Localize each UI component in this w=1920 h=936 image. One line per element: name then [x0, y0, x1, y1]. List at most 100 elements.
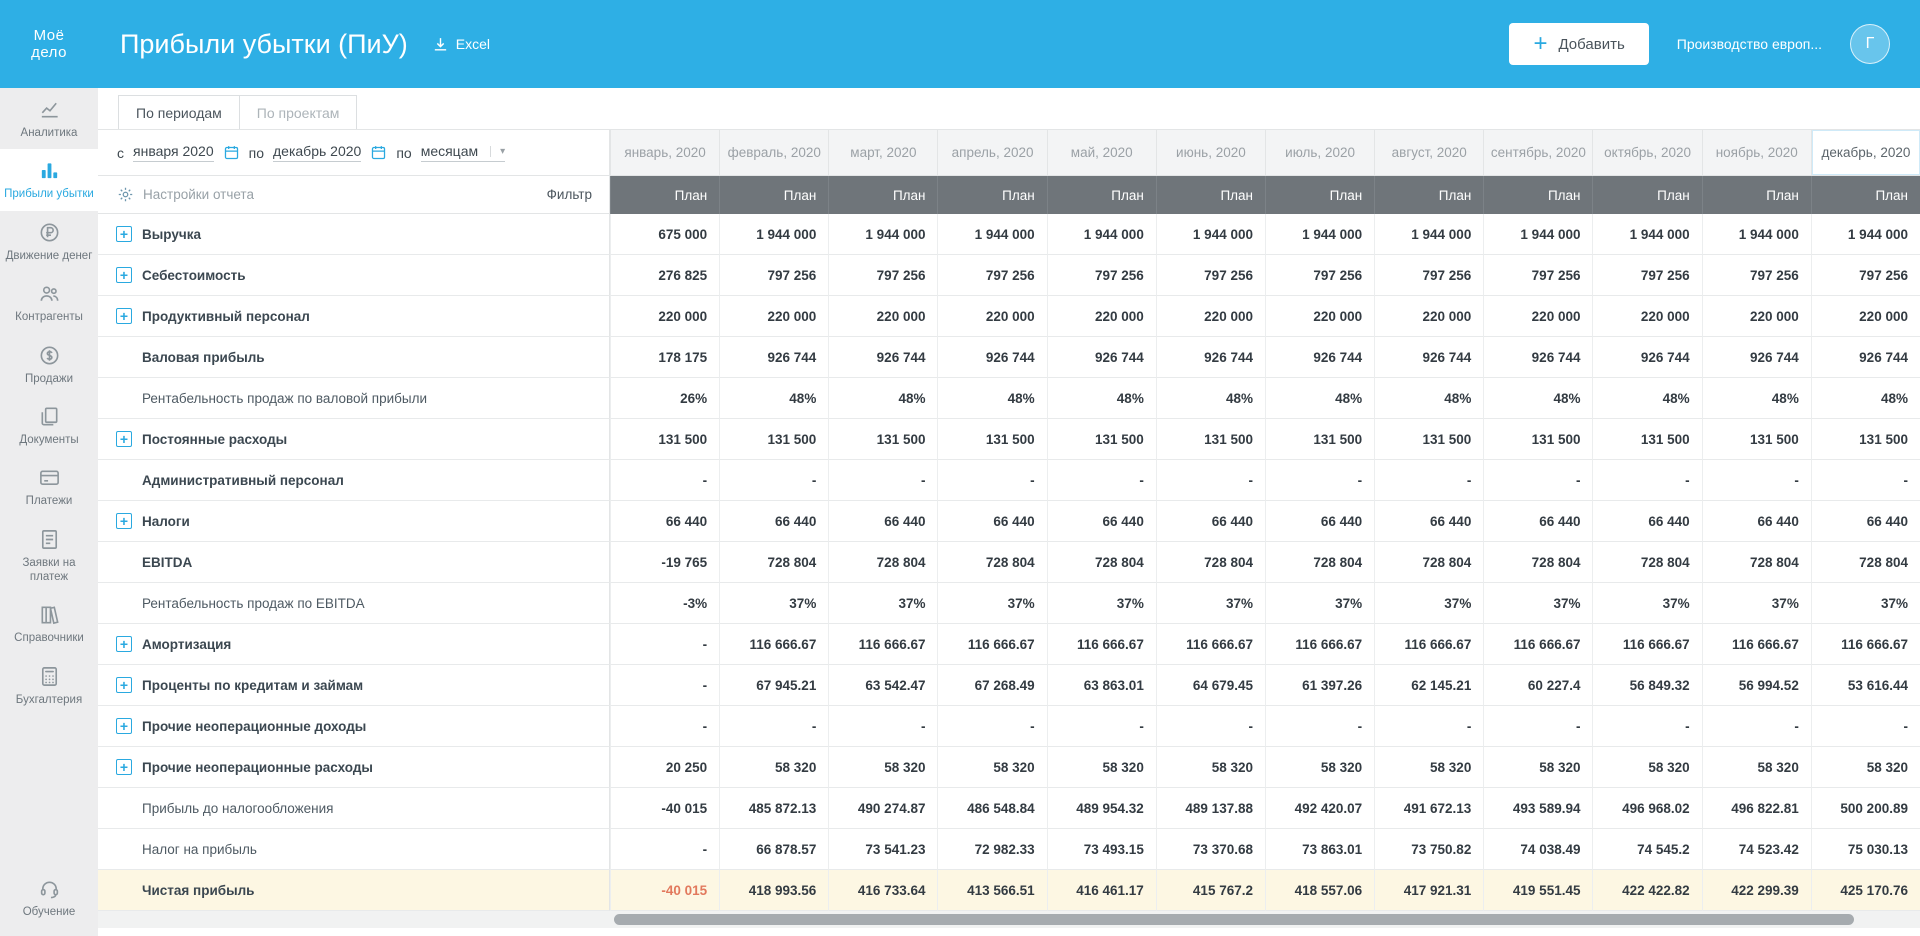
table-row: +Прочие неоперационные расходы20 25058 3… [98, 747, 1920, 788]
report-settings-bar: Настройки отчета Фильтр [98, 176, 610, 214]
value-cell: 37% [1592, 583, 1701, 624]
sidebar-item-payments[interactable]: Платежи [0, 456, 98, 517]
value-cell: 37% [1374, 583, 1483, 624]
gear-icon[interactable] [117, 186, 134, 203]
tab-by-periods[interactable]: По периодам [118, 95, 240, 129]
value-cell: 728 804 [1047, 542, 1156, 583]
sidebar-item-contractors[interactable]: Контрагенты [0, 272, 98, 333]
value-cell: 37% [1047, 583, 1156, 624]
month-header-9[interactable]: октябрь, 2020 [1592, 130, 1701, 176]
value-cell: 73 750.82 [1374, 829, 1483, 870]
month-header-11[interactable]: декабрь, 2020 [1811, 130, 1920, 176]
value-cell: 66 440 [937, 501, 1046, 542]
row-label-cell: Чистая прибыль [98, 870, 610, 911]
expand-plus-icon[interactable]: + [116, 431, 132, 447]
calendar-icon[interactable] [223, 144, 240, 161]
value-cell: 66 440 [1592, 501, 1701, 542]
calendar-icon[interactable] [370, 144, 387, 161]
sidebar-item-sales[interactable]: Продажи [0, 334, 98, 395]
avatar[interactable]: Г [1850, 24, 1890, 64]
month-header-5[interactable]: июнь, 2020 [1156, 130, 1265, 176]
value-cell: - [828, 460, 937, 501]
value-cell: 131 500 [828, 419, 937, 460]
from-date-select[interactable]: января 2020 [133, 143, 214, 162]
to-date-value: декабрь 2020 [273, 143, 361, 159]
expand-plus-icon[interactable]: + [116, 677, 132, 693]
expand-plus-icon[interactable]: + [116, 759, 132, 775]
analytics-icon [38, 98, 61, 121]
app-logo[interactable]: Моё дело [0, 27, 98, 62]
excel-export-link[interactable]: Excel [432, 36, 490, 53]
value-cell: - [610, 624, 719, 665]
value-cell: 220 000 [937, 296, 1046, 337]
value-cell: 131 500 [1374, 419, 1483, 460]
value-cell: 116 666.67 [937, 624, 1046, 665]
sidebar-item-directories[interactable]: Справочники [0, 593, 98, 654]
value-cell: 66 440 [1483, 501, 1592, 542]
horizontal-scrollbar-thumb[interactable] [614, 914, 1854, 925]
value-cell: 131 500 [1483, 419, 1592, 460]
month-header-7[interactable]: август, 2020 [1374, 130, 1483, 176]
report-settings-link[interactable]: Настройки отчета [143, 187, 254, 202]
period-type-select[interactable]: месяцам ▾ [421, 143, 505, 162]
month-header-1[interactable]: февраль, 2020 [719, 130, 828, 176]
value-cell: - [1811, 706, 1920, 747]
expand-plus-icon[interactable]: + [116, 267, 132, 283]
sidebar-item-accounting[interactable]: Бухгалтерия [0, 655, 98, 716]
sidebar-item-money-flow[interactable]: Движение денег [0, 211, 98, 272]
expand-plus-icon[interactable]: + [116, 226, 132, 242]
plan-cell: План [1483, 176, 1592, 214]
value-cell: 37% [1811, 583, 1920, 624]
month-header-2[interactable]: март, 2020 [828, 130, 937, 176]
table-row: +Постоянные расходы131 500131 500131 500… [98, 419, 1920, 460]
table-row: +Выручка675 0001 944 0001 944 0001 944 0… [98, 214, 1920, 255]
value-cell: 416 461.17 [1047, 870, 1156, 911]
sidebar-item-analytics[interactable]: Аналитика [0, 88, 98, 149]
expand-plus-icon[interactable]: + [116, 636, 132, 652]
sidebar-item-documents[interactable]: Документы [0, 395, 98, 456]
plan-cell: План [719, 176, 828, 214]
month-header-4[interactable]: май, 2020 [1047, 130, 1156, 176]
filter-link[interactable]: Фильтр [547, 187, 592, 202]
value-cell: 63 863.01 [1047, 665, 1156, 706]
table-row: EBITDA-19 765728 804728 804728 804728 80… [98, 542, 1920, 583]
value-cell: 60 227.4 [1483, 665, 1592, 706]
value-cell: 926 744 [719, 337, 828, 378]
value-cell: -3% [610, 583, 719, 624]
sidebar-item-label: Обучение [4, 905, 94, 919]
value-cell: - [1592, 706, 1701, 747]
month-header-6[interactable]: июль, 2020 [1265, 130, 1374, 176]
row-label: EBITDA [142, 555, 192, 570]
period-type-value: месяцам [421, 143, 478, 159]
month-header-8[interactable]: сентябрь, 2020 [1483, 130, 1592, 176]
sidebar-item-label: Бухгалтерия [4, 693, 94, 707]
value-cell: 53 616.44 [1811, 665, 1920, 706]
value-cell: 728 804 [1702, 542, 1811, 583]
value-cell: 418 993.56 [719, 870, 828, 911]
value-cell: 485 872.13 [719, 788, 828, 829]
sidebar-item-education[interactable]: Обучение [0, 867, 98, 928]
value-cell: 66 440 [1374, 501, 1483, 542]
expand-plus-icon[interactable]: + [116, 718, 132, 734]
value-cell: 797 256 [1047, 255, 1156, 296]
value-cell: 728 804 [1483, 542, 1592, 583]
add-button[interactable]: + Добавить [1509, 23, 1648, 65]
tab-by-projects[interactable]: По проектам [239, 95, 358, 129]
sidebar-item-payment-requests[interactable]: Заявки на платеж [0, 518, 98, 594]
sidebar-item-profit-loss[interactable]: Прибыли убытки [0, 149, 98, 210]
horizontal-scrollbar[interactable] [98, 911, 1920, 928]
topbar-right: + Добавить Производство европ... Г [1509, 23, 1920, 65]
period-filters: с января 2020 по декабрь 2020 по месяцам… [98, 130, 610, 176]
expand-plus-icon[interactable]: + [116, 513, 132, 529]
to-date-select[interactable]: декабрь 2020 [273, 143, 361, 162]
by-label: по [396, 145, 411, 161]
company-name[interactable]: Производство европ... [1677, 36, 1822, 52]
table-row: Чистая прибыль-40 015418 993.56416 733.6… [98, 870, 1920, 911]
month-header-10[interactable]: ноябрь, 2020 [1702, 130, 1811, 176]
month-header-0[interactable]: январь, 2020 [610, 130, 719, 176]
expand-plus-icon[interactable]: + [116, 308, 132, 324]
month-header-3[interactable]: апрель, 2020 [937, 130, 1046, 176]
table-row: +Амортизация-116 666.67116 666.67116 666… [98, 624, 1920, 665]
row-label: Продуктивный персонал [142, 309, 310, 324]
download-icon [432, 36, 449, 53]
